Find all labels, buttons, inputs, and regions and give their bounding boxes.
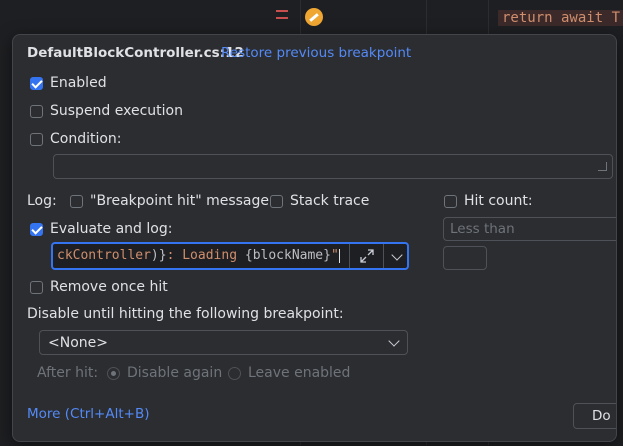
enabled-label: Enabled (50, 75, 107, 91)
chevron-down-icon (388, 335, 400, 347)
more-options-link[interactable]: More (Ctrl+Alt+B) (27, 406, 149, 422)
breakpoint-markers (276, 10, 288, 24)
evaluate-expression-input[interactable]: ckController)}: Loading {blockName}" (51, 242, 409, 270)
remove-once-hit-label: Remove once hit (50, 279, 168, 295)
hit-count-condition-value: Less than (450, 221, 515, 237)
disable-until-breakpoint-select[interactable]: <None> (39, 330, 408, 355)
hit-count-checkbox[interactable] (444, 195, 457, 208)
field-divider (349, 244, 350, 268)
expression-token: : Loading (166, 248, 245, 263)
expression-token: )} (150, 248, 167, 263)
evaluate-expression-text[interactable]: ckController)}: Loading {blockName}" (57, 248, 340, 263)
evaluate-and-log-label: Evaluate and log: (50, 221, 173, 237)
expression-token: } (323, 248, 331, 263)
suspend-execution-checkbox[interactable] (30, 105, 43, 118)
disable-again-label: Disable again (127, 365, 223, 381)
chevron-down-icon[interactable] (391, 249, 403, 261)
enabled-checkbox[interactable] (30, 77, 43, 90)
breakpoint-hit-message-label: "Breakpoint hit" message (90, 193, 270, 209)
stack-trace-label: Stack trace (290, 193, 370, 209)
breakpoint-hit-message-checkbox[interactable] (70, 195, 83, 208)
field-divider (383, 244, 384, 268)
condition-input[interactable] (53, 154, 613, 179)
expand-editor-icon[interactable] (359, 248, 375, 264)
disable-again-radio[interactable] (107, 367, 120, 380)
log-label: Log: (27, 193, 57, 209)
restore-previous-breakpoint-link[interactable]: Restore previous breakpoint (221, 45, 411, 61)
breakpoint-popup: DefaultBlockController.cs:12 Restore pre… (12, 34, 617, 442)
hit-count-label: Hit count: (464, 193, 533, 209)
expression-token: ckController (57, 248, 151, 263)
after-hit-label: After hit: (37, 365, 99, 381)
expression-token: blockName (252, 248, 324, 263)
condition-checkbox[interactable] (30, 133, 43, 146)
disable-until-label: Disable until hitting the following brea… (27, 306, 344, 322)
hit-count-number-input[interactable] (443, 246, 487, 270)
leave-enabled-radio[interactable] (228, 367, 241, 380)
text-caret (338, 248, 340, 263)
code-line: return await T (498, 10, 623, 26)
evaluate-and-log-checkbox[interactable] (30, 223, 43, 236)
done-button[interactable]: Do (573, 403, 616, 429)
condition-label: Condition: (50, 131, 122, 147)
expression-token: " (330, 248, 339, 263)
conditional-breakpoint-icon[interactable] (305, 8, 323, 26)
disable-until-value: <None> (48, 335, 108, 351)
remove-once-hit-checkbox[interactable] (30, 281, 43, 294)
expression-token: { (244, 248, 253, 263)
leave-enabled-label: Leave enabled (248, 365, 351, 381)
breakpoint-location-title: DefaultBlockController.cs:12 (27, 45, 244, 61)
stack-trace-checkbox[interactable] (270, 195, 283, 208)
expand-icon[interactable] (598, 162, 607, 171)
suspend-execution-label: Suspend execution (50, 103, 183, 119)
hit-count-condition-combo[interactable]: Less than (443, 217, 616, 241)
